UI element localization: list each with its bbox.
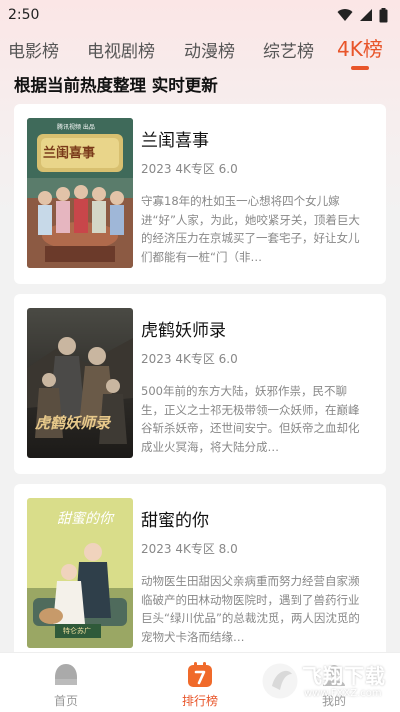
- item-title: 甜蜜的你: [141, 511, 209, 531]
- nav-ranking-label: 排行榜: [181, 694, 218, 708]
- wifi-icon: [337, 9, 353, 21]
- tab-variety[interactable]: 综艺榜: [263, 37, 314, 68]
- poster-badge: 腾讯视频 出品: [57, 124, 95, 131]
- watermark-url: www.FXXZ.com: [304, 688, 382, 699]
- poster-image: 甜蜜的你 特仑苏广: [27, 498, 133, 648]
- watermark-brand: 飞翔下载: [302, 664, 386, 688]
- nav-home-label: 首页: [53, 694, 78, 708]
- poster-image: 虎鹤妖师录: [27, 308, 133, 458]
- item-description: 500年前的东方大陆，妖邪作祟，民不聊生，正义之士祁无极带领一众妖师，在巅峰谷斩…: [141, 384, 360, 454]
- battery-icon: [379, 7, 388, 22]
- home-icon: [55, 664, 77, 685]
- status-time: 2:50: [8, 7, 40, 23]
- item-title: 兰闺喜事: [141, 131, 209, 151]
- nav-ranking[interactable]: 排行榜: [160, 653, 240, 712]
- item-description: 动物医生田甜因父亲病重而努力经营自家濒临破产的田林动物医院时，遇到了兽药行业巨头…: [141, 574, 360, 644]
- page-subtitle: 根据当前热度整理 实时更新: [14, 76, 218, 95]
- item-meta: 2023 4K专区 6.0: [141, 162, 238, 176]
- list-item[interactable]: 兰闺喜事 腾讯视频 出品 兰闺喜事 2023 4K专区 6.0 守寡18年的杜如…: [14, 104, 386, 284]
- poster-image: 兰闺喜事 腾讯视频 出品: [27, 118, 133, 268]
- ranking-tabs: 电影榜 电视剧榜 动漫榜 综艺榜 4K榜: [0, 32, 400, 70]
- status-bar: 2:50: [0, 0, 400, 30]
- item-meta: 2023 4K专区 8.0: [141, 542, 238, 556]
- item-title: 虎鹤妖师录: [141, 321, 226, 341]
- poster-title: 甜蜜的你: [57, 511, 113, 527]
- tab-tv[interactable]: 电视剧榜: [87, 37, 155, 68]
- item-description: 守寡18年的杜如玉一心想将四个女儿嫁进“好”人家，为此，她咬紧牙关，顶着巨大的经…: [141, 194, 360, 264]
- active-tab-indicator: [350, 66, 369, 70]
- item-meta: 2023 4K专区 6.0: [141, 352, 238, 366]
- status-icons: [337, 7, 388, 23]
- ranking-icon: [188, 662, 212, 687]
- list-item[interactable]: 甜蜜的你 特仑苏广 甜蜜的你 2023 4K专区 8.0 动物医生田甜因父亲病重…: [14, 484, 386, 664]
- poster-title: 虎鹤妖师录: [35, 414, 111, 432]
- tab-4k[interactable]: 4K榜: [337, 33, 383, 70]
- list-item[interactable]: 虎鹤妖师录 虎鹤妖师录 2023 4K专区 6.0 500年前的东方大陆，妖邪作…: [14, 294, 386, 474]
- tab-anime[interactable]: 动漫榜: [184, 37, 235, 68]
- poster-badge: 特仑苏广: [63, 627, 91, 635]
- watermark-logo: 飞翔下载 www.FXXZ.com: [258, 656, 394, 706]
- nav-home[interactable]: 首页: [26, 653, 106, 712]
- signal-icon: [360, 9, 372, 21]
- tab-movie[interactable]: 电影榜: [8, 37, 59, 68]
- poster-title: 兰闺喜事: [43, 146, 96, 161]
